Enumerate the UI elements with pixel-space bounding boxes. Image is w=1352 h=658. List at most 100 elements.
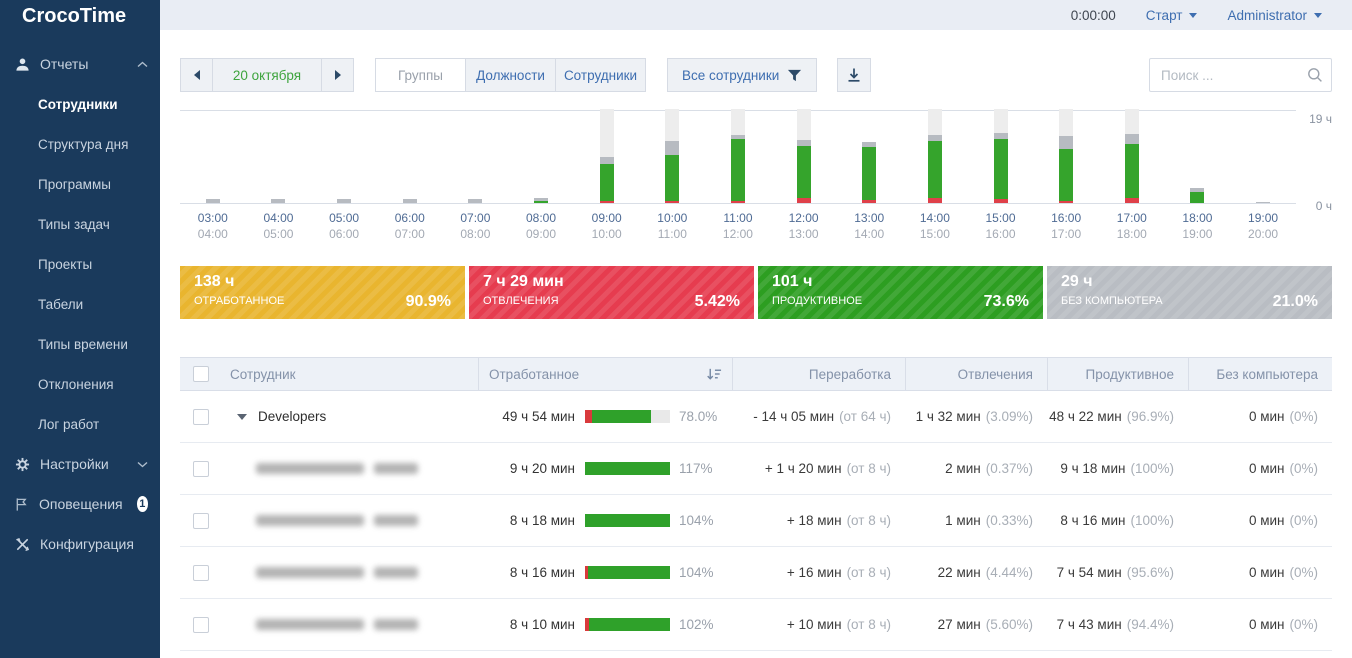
- x-label-to: 04:00: [180, 226, 246, 242]
- row-checkbox[interactable]: [193, 617, 209, 633]
- no-computer-cell-note: (0%): [1289, 513, 1318, 528]
- header-distractions[interactable]: Отвлечения: [905, 358, 1047, 390]
- sidebar-item-task-types[interactable]: Типы задач: [0, 204, 160, 244]
- overtime-cell-note: (от 8 ч): [847, 513, 891, 528]
- sort-desc-icon[interactable]: [706, 366, 722, 382]
- employee-filter-label: Все сотрудники: [682, 68, 779, 83]
- chart-segment-gray: [1256, 202, 1270, 203]
- chart-bar-slot: [771, 111, 837, 203]
- table-row: Developers49 ч 54 мин78.0%- 14 ч 05 мин(…: [180, 391, 1332, 443]
- worked-progress-bar: [585, 514, 670, 527]
- worked-time: 9 ч 20 мин: [488, 461, 575, 476]
- worked-time: 8 ч 18 мин: [488, 513, 575, 528]
- y-axis-min-label: 0 ч: [1316, 199, 1332, 213]
- employee-filter-button[interactable]: Все сотрудники: [667, 58, 817, 92]
- progress-productive-segment: [585, 514, 670, 527]
- worked-progress-bar: [585, 566, 670, 579]
- name-blur-blob: [256, 619, 364, 630]
- sidebar-section-settings[interactable]: Настройки: [0, 444, 160, 484]
- chart-x-label: 19:0020:00: [1230, 210, 1296, 242]
- productive-cell-value: 7 ч 43 мин: [1057, 617, 1122, 632]
- name-blur-blob: [256, 567, 364, 578]
- sidebar-item-time-types[interactable]: Типы времени: [0, 324, 160, 364]
- x-label-to: 18:00: [1099, 226, 1165, 242]
- chart-segment-green: [797, 146, 811, 198]
- summary-cards: 138 чОТРАБОТАННОЕ90.9%7 ч 29 минОТВЛЕЧЕН…: [180, 266, 1332, 319]
- worked-percent: 102%: [670, 617, 722, 632]
- header-employee[interactable]: Сотрудник: [222, 358, 478, 390]
- date-prev-button[interactable]: [180, 58, 213, 92]
- header-overtime[interactable]: Переработка: [732, 358, 905, 390]
- sidebar-item-programs[interactable]: Программы: [0, 164, 160, 204]
- distractions-cell-note: (0.33%): [986, 513, 1033, 528]
- row-checkbox[interactable]: [193, 565, 209, 581]
- x-label-to: 17:00: [1033, 226, 1099, 242]
- header-checkbox-cell: [180, 358, 222, 390]
- header-no-computer[interactable]: Без компьютера: [1188, 358, 1332, 390]
- x-label-to: 10:00: [574, 226, 640, 242]
- select-all-checkbox[interactable]: [193, 366, 209, 382]
- sidebar-section-configuration[interactable]: Конфигурация: [0, 524, 160, 564]
- chart-bar: [468, 199, 482, 203]
- x-label-from: 07:00: [443, 210, 509, 226]
- expand-caret-icon[interactable]: [237, 414, 247, 420]
- sidebar-item-projects[interactable]: Проекты: [0, 244, 160, 284]
- row-checkbox-cell: [180, 547, 222, 598]
- start-tracking-label: Старт: [1146, 8, 1183, 23]
- start-tracking-button[interactable]: Старт: [1146, 8, 1198, 23]
- sidebar-item-work-log[interactable]: Лог работ: [0, 404, 160, 444]
- search-input[interactable]: [1149, 58, 1332, 92]
- header-worked[interactable]: Отработанное: [478, 358, 732, 390]
- chart-bar: [994, 109, 1008, 203]
- tab-employees[interactable]: Сотрудники: [555, 58, 646, 92]
- tab-positions[interactable]: Должности: [465, 58, 556, 92]
- export-button[interactable]: [837, 58, 871, 92]
- user-menu-button[interactable]: Administrator: [1227, 8, 1322, 23]
- sidebar-section-alerts[interactable]: Оповещения1: [0, 484, 160, 524]
- sidebar-item-employees[interactable]: Сотрудники: [0, 84, 160, 124]
- chart-segment-red: [600, 201, 614, 203]
- chart-segment-red: [665, 201, 679, 203]
- summary-card-text: 138 чОТРАБОТАННОЕ: [194, 273, 284, 319]
- row-checkbox[interactable]: [193, 409, 209, 425]
- summary-card-label: ПРОДУКТИВНОЕ: [772, 295, 862, 307]
- row-checkbox[interactable]: [193, 513, 209, 529]
- date-next-button[interactable]: [321, 58, 354, 92]
- chart-bar: [337, 199, 351, 203]
- user-icon: [14, 56, 30, 72]
- chart-segment-ghost: [928, 109, 942, 135]
- x-label-to: 05:00: [246, 226, 312, 242]
- chart-x-label: 08:0009:00: [508, 210, 574, 242]
- row-checkbox[interactable]: [193, 461, 209, 477]
- chart-segment-green: [1190, 192, 1204, 203]
- app-logo: CrocoTime: [0, 0, 160, 32]
- row-checkbox-cell: [180, 495, 222, 546]
- sidebar-item-deviations[interactable]: Отклонения: [0, 364, 160, 404]
- chart-segment-ghost: [797, 109, 811, 140]
- overtime-cell-note: (от 8 ч): [847, 617, 891, 632]
- header-productive[interactable]: Продуктивное: [1047, 358, 1188, 390]
- sidebar-section-label: Оповещения: [39, 496, 123, 512]
- x-label-from: 06:00: [377, 210, 443, 226]
- summary-card-text: 101 чПРОДУКТИВНОЕ: [772, 273, 862, 319]
- overtime-cell-value: + 1 ч 20 мин: [765, 461, 842, 476]
- sidebar-item-day-structure[interactable]: Структура дня: [0, 124, 160, 164]
- productive-cell-note: (94.4%): [1127, 617, 1174, 632]
- overtime-cell-value: - 14 ч 05 мин: [753, 409, 834, 424]
- sidebar-item-timesheets[interactable]: Табели: [0, 284, 160, 324]
- employee-cell: [222, 495, 478, 546]
- tab-groups[interactable]: Группы: [375, 58, 466, 92]
- summary-card-label: БЕЗ КОМПЬЮТЕРА: [1061, 295, 1163, 307]
- summary-card-percent: 73.6%: [984, 293, 1029, 311]
- sidebar-section-reports[interactable]: Отчеты: [0, 44, 160, 84]
- overtime-cell-value: + 10 мин: [787, 617, 842, 632]
- chart-x-label: 18:0019:00: [1165, 210, 1231, 242]
- chart-segment-ghost: [1059, 109, 1073, 136]
- chart-segment-gray: [403, 199, 417, 203]
- productive-cell-value: 48 ч 22 мин: [1049, 409, 1122, 424]
- date-display-button[interactable]: 20 октября: [212, 58, 322, 92]
- table-header: СотрудникОтработанноеПереработкаОтвлечен…: [180, 357, 1332, 391]
- employee-name[interactable]: Developers: [258, 409, 326, 424]
- no-computer-cell-note: (0%): [1289, 617, 1318, 632]
- chart-bar-slot: [377, 111, 443, 203]
